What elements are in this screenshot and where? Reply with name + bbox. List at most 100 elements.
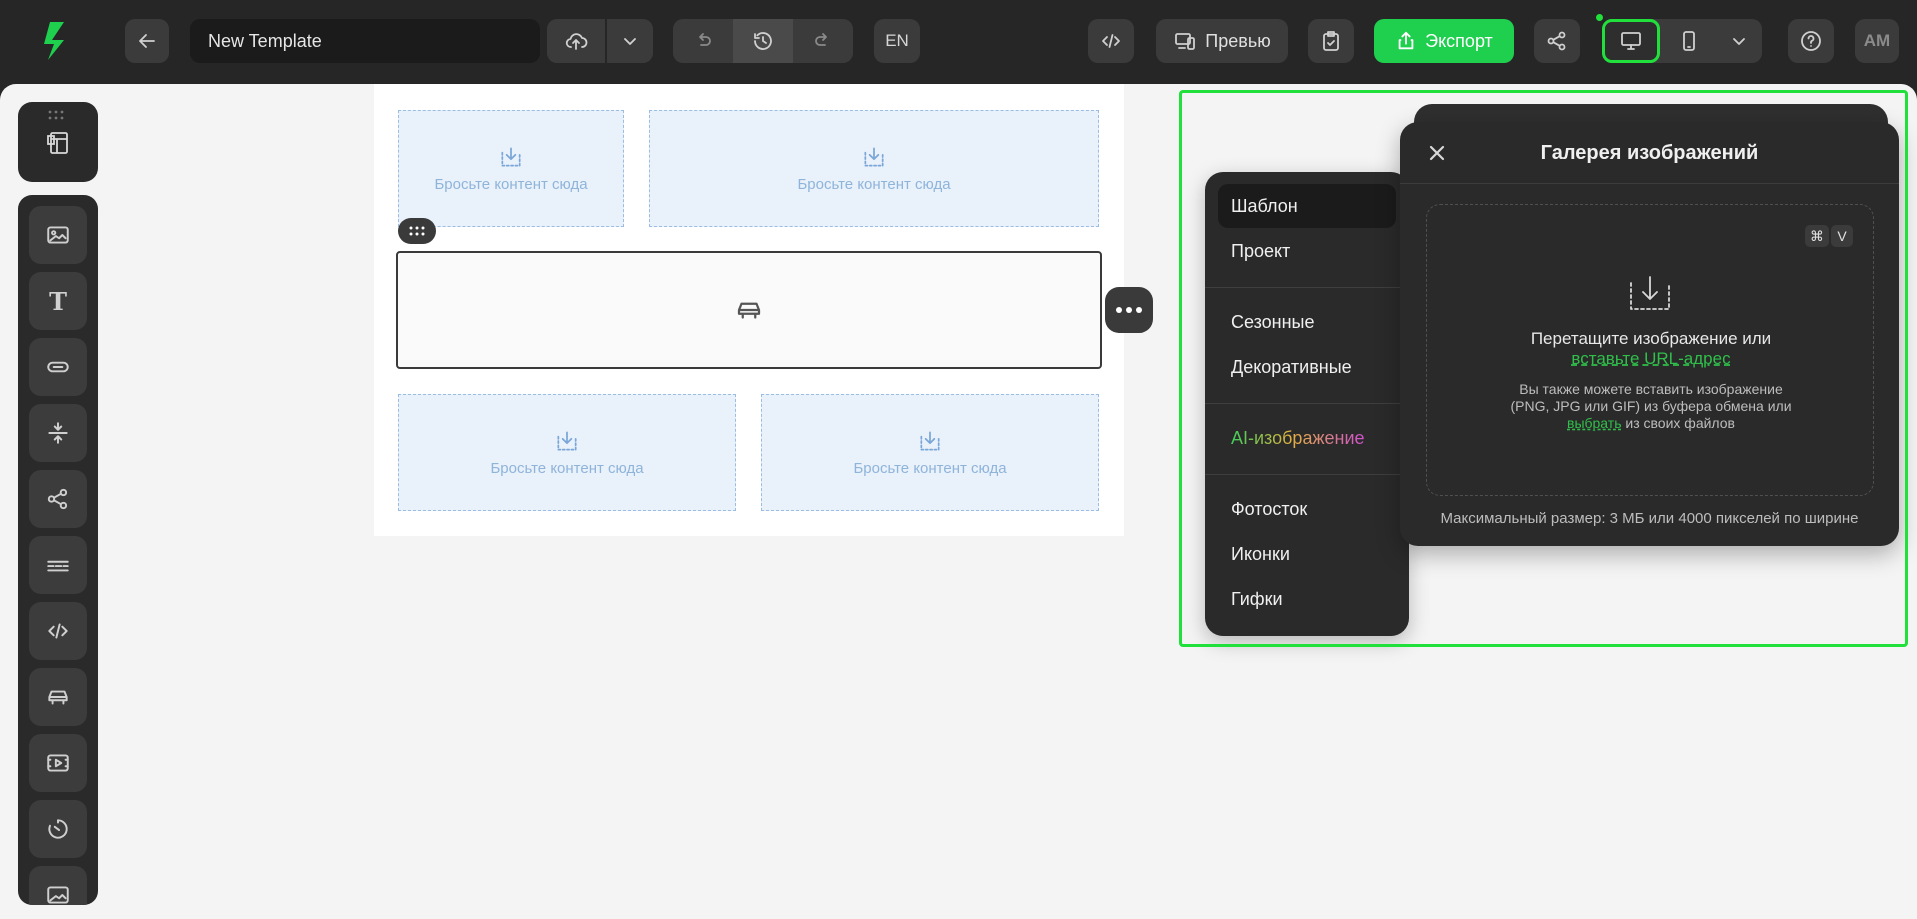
category-seasonal[interactable]: Сезонные bbox=[1218, 300, 1396, 344]
dropzone[interactable]: Бросьте контент сюда bbox=[398, 394, 736, 511]
redo-icon bbox=[815, 33, 827, 46]
desktop-view-button[interactable] bbox=[1602, 19, 1660, 63]
drag-handle[interactable] bbox=[398, 218, 436, 244]
drop-download-icon bbox=[864, 147, 884, 167]
menu-divider bbox=[1205, 474, 1409, 475]
cloud-save-button[interactable] bbox=[547, 19, 605, 63]
max-size-note: Максимальный размер: 3 МБ или 4000 пиксе… bbox=[1440, 510, 1859, 527]
selected-product-block[interactable] bbox=[396, 251, 1102, 369]
test-checklist-button[interactable] bbox=[1308, 19, 1354, 63]
history-group bbox=[673, 19, 853, 63]
status-dot bbox=[1596, 14, 1603, 21]
menu-block-tool[interactable] bbox=[29, 536, 87, 594]
dot bbox=[1136, 307, 1142, 313]
structures-panel-button[interactable] bbox=[18, 102, 98, 182]
dropzone-label: Бросьте контент сюда bbox=[853, 460, 1007, 477]
video-icon bbox=[47, 754, 69, 772]
panel-header: Галерея изображений bbox=[1400, 122, 1899, 184]
undo-icon bbox=[699, 33, 711, 46]
dropzone[interactable]: Бросьте контент сюда bbox=[761, 394, 1099, 511]
car-icon bbox=[737, 302, 761, 319]
mobile-icon bbox=[1683, 31, 1695, 51]
paste-url-link[interactable]: вставьте URL-адрес bbox=[1571, 349, 1730, 368]
category-project[interactable]: Проект bbox=[1218, 229, 1396, 273]
spacer-block-tool[interactable] bbox=[29, 404, 87, 462]
save-group bbox=[547, 19, 653, 63]
back-button[interactable] bbox=[125, 19, 169, 63]
drop-download-icon bbox=[920, 431, 940, 451]
history-icon bbox=[754, 32, 772, 50]
app-logo[interactable] bbox=[42, 18, 72, 64]
product-block-tool[interactable] bbox=[29, 668, 87, 726]
dropzone-label: Бросьте контент сюда bbox=[797, 176, 951, 193]
panel-title: Галерея изображений bbox=[1540, 142, 1759, 164]
drag-dots-icon bbox=[409, 226, 425, 236]
category-gifs[interactable]: Гифки bbox=[1218, 577, 1396, 621]
clipboard-check-icon bbox=[1323, 31, 1339, 51]
export-label: Экспорт bbox=[1425, 30, 1493, 51]
category-icons[interactable]: Иконки bbox=[1218, 532, 1396, 576]
banner-block-tool[interactable] bbox=[29, 866, 87, 905]
gallery-category-menu: Шаблон Проект Сезонные Декоративные AI-и… bbox=[1205, 172, 1409, 636]
dot bbox=[1116, 307, 1122, 313]
v-key: V bbox=[1831, 225, 1853, 247]
grip-icon bbox=[48, 110, 64, 120]
save-options-dropdown[interactable] bbox=[607, 19, 653, 63]
share-icon bbox=[47, 488, 68, 510]
image-block-tool[interactable] bbox=[29, 206, 87, 264]
category-template[interactable]: Шаблон bbox=[1218, 184, 1396, 228]
desktop-icon bbox=[1621, 32, 1641, 50]
history-button[interactable] bbox=[733, 19, 793, 63]
user-avatar[interactable]: AM bbox=[1855, 19, 1899, 63]
share-icon bbox=[1547, 31, 1566, 51]
help-button[interactable] bbox=[1788, 19, 1834, 63]
dropzone-label: Бросьте контент сюда bbox=[434, 176, 588, 193]
dropzone[interactable]: Бросьте контент сюда bbox=[398, 110, 624, 227]
mobile-view-button[interactable] bbox=[1664, 19, 1714, 63]
video-block-tool[interactable] bbox=[29, 734, 87, 792]
code-icon bbox=[1102, 34, 1120, 48]
button-block-tool[interactable] bbox=[29, 338, 87, 396]
timer-block-tool[interactable] bbox=[29, 800, 87, 858]
category-stock-photos[interactable]: Фотосток bbox=[1218, 487, 1396, 531]
text-icon: T bbox=[49, 286, 67, 316]
redo-button[interactable] bbox=[793, 19, 853, 63]
text-block-tool[interactable]: T bbox=[29, 272, 87, 330]
ai-image-label: AI-изображение bbox=[1231, 427, 1365, 448]
top-bar: EN Превью Экспорт AM bbox=[0, 0, 1917, 84]
car-icon bbox=[48, 690, 68, 705]
hint-line-2: (PNG, JPG или GIF) из буфера обмена или bbox=[1510, 398, 1792, 414]
share-button[interactable] bbox=[1534, 19, 1580, 63]
cmd-key: ⌘ bbox=[1805, 225, 1829, 247]
layout-icon bbox=[47, 132, 68, 154]
preview-label: Превью bbox=[1205, 30, 1271, 51]
language-button[interactable]: EN bbox=[874, 19, 920, 63]
menu-divider bbox=[1205, 287, 1409, 288]
code-view-button[interactable] bbox=[1088, 19, 1134, 63]
template-name-input[interactable] bbox=[190, 19, 540, 63]
logo-icon bbox=[44, 22, 64, 60]
devices-icon bbox=[1175, 33, 1196, 50]
export-button[interactable]: Экспорт bbox=[1374, 19, 1514, 63]
menu-lines-icon bbox=[47, 560, 69, 572]
image-upload-dropzone[interactable]: ⌘ V Перетащите изображение или вставьте … bbox=[1426, 204, 1874, 496]
upload-hint: Вы также можете вставить изображение (PN… bbox=[1447, 381, 1855, 432]
upload-instructions: Перетащите изображение или вставьте URL-… bbox=[1427, 329, 1875, 369]
download-to-box-icon bbox=[1630, 276, 1670, 310]
dropzone[interactable]: Бросьте контент сюда bbox=[649, 110, 1099, 227]
view-options-dropdown[interactable] bbox=[1716, 19, 1762, 63]
category-ai-image[interactable]: AI-изображение bbox=[1218, 416, 1396, 460]
hint-line-3: из своих файлов bbox=[1625, 415, 1735, 431]
html-block-tool[interactable] bbox=[29, 602, 87, 660]
choose-file-link[interactable]: выбрать bbox=[1567, 415, 1622, 431]
social-block-tool[interactable] bbox=[29, 470, 87, 528]
hint-line-1: Вы также можете вставить изображение bbox=[1519, 381, 1783, 397]
device-group bbox=[1602, 19, 1762, 63]
more-options-button[interactable] bbox=[1105, 287, 1153, 333]
help-icon bbox=[1801, 31, 1821, 51]
category-decorative[interactable]: Декоративные bbox=[1218, 345, 1396, 389]
button-icon bbox=[47, 361, 69, 373]
undo-button[interactable] bbox=[673, 19, 733, 63]
preview-button[interactable]: Превью bbox=[1156, 19, 1288, 63]
timer-icon bbox=[48, 819, 68, 839]
